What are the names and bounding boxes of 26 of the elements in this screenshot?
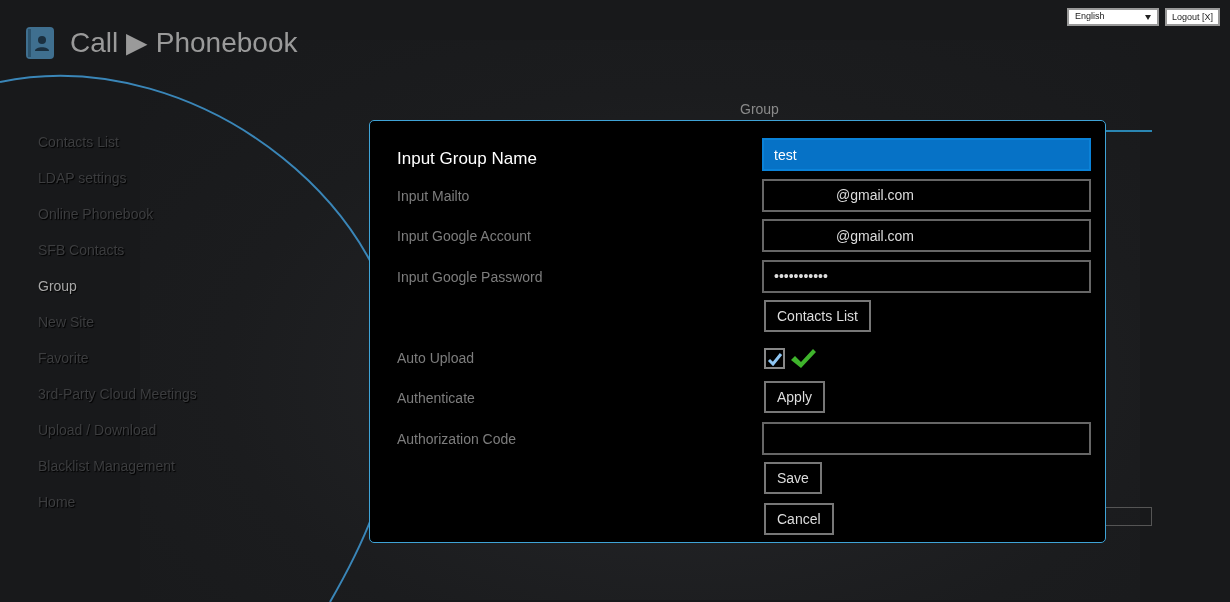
language-select[interactable]: English	[1066, 8, 1159, 26]
field-label: Input Google Account	[397, 228, 531, 244]
field-label: Auto Upload	[397, 349, 475, 366]
check-mark-icon	[789, 346, 817, 371]
field-label: Input Group Name	[397, 149, 537, 168]
sidebar-item[interactable]: Group	[38, 275, 197, 311]
dialog-button[interactable]: Save	[764, 462, 822, 494]
input-field[interactable]	[762, 421, 1091, 455]
phonebook-icon	[24, 26, 56, 60]
logout-button[interactable]: Logout [X]	[1164, 8, 1220, 26]
language-value: English	[1074, 10, 1105, 24]
field-label: Input Google Password	[397, 268, 543, 285]
dialog-button[interactable]: Apply	[764, 381, 826, 413]
field-label: Input Mailto	[397, 187, 470, 204]
page-title: Call ▶ Phonebook	[70, 26, 298, 60]
input-field[interactable]: @gmail.com	[762, 178, 1091, 212]
dialog-button[interactable]: Cancel	[764, 502, 834, 535]
field-label: Authorization Code	[397, 430, 517, 447]
dialog-button[interactable]: Contacts List	[764, 300, 871, 332]
section-heading: Group	[740, 101, 779, 118]
field-label: Authenticate	[397, 390, 475, 406]
checkbox[interactable]	[764, 348, 785, 369]
input-field[interactable]: test	[762, 138, 1091, 171]
input-field[interactable]: @gmail.com	[762, 219, 1091, 252]
dropdown-caret-icon	[1144, 14, 1151, 20]
input-field[interactable]: •••••••••••	[762, 259, 1091, 293]
